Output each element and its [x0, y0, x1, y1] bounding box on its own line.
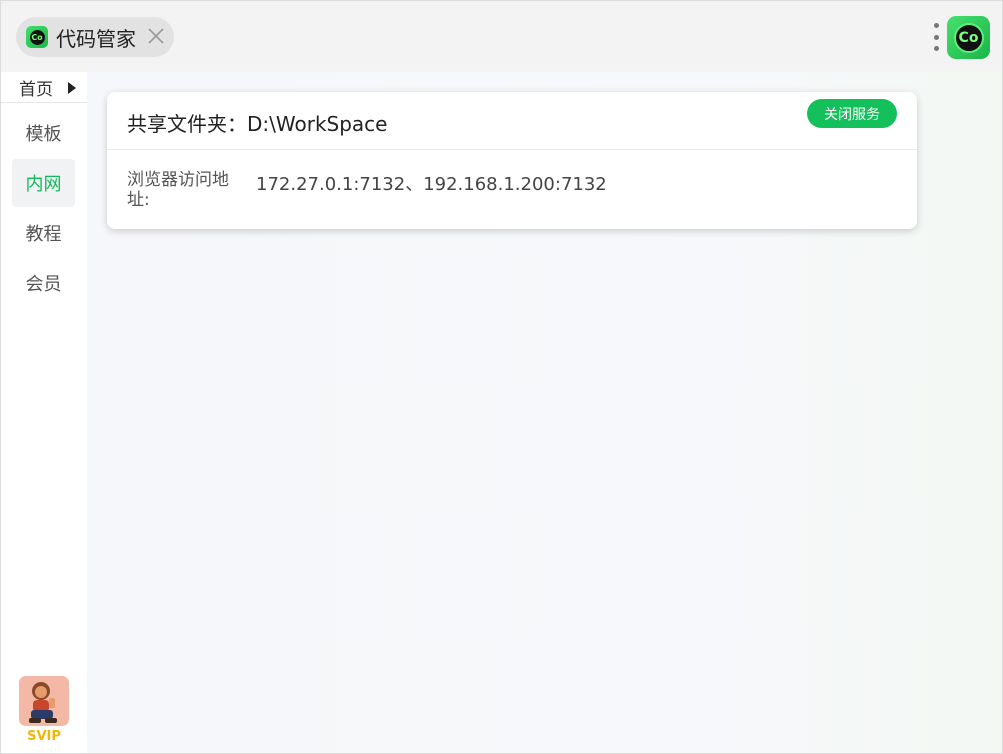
shared-folder-card: 共享文件夹：D:\WorkSpace 关闭服务 浏览器访问地址: 172.27.… [107, 92, 917, 229]
dot [933, 34, 939, 40]
caret-right-icon [68, 82, 76, 94]
app-window: Co 代码管家 Co 首页 模板 内网 教程 会员 SVIP 共享文件夹：D:\… [0, 0, 1003, 754]
svip-label: SVIP [27, 729, 61, 744]
sidebar-item-tutorials[interactable]: 教程 [12, 209, 75, 257]
avatar-figure-icon [19, 676, 69, 726]
main-content: 共享文件夹：D:\WorkSpace 关闭服务 浏览器访问地址: 172.27.… [87, 72, 1002, 753]
sidebar-item-templates[interactable]: 模板 [12, 109, 75, 157]
app-logo-icon[interactable]: Co [947, 16, 990, 59]
browser-address-value[interactable]: 172.27.0.1:7132、192.168.1.200:7132 [256, 170, 607, 196]
sidebar: 首页 模板 内网 教程 会员 SVIP [1, 72, 87, 753]
close-icon[interactable] [147, 27, 165, 45]
sidebar-home-label: 首页 [19, 79, 53, 100]
dot [933, 46, 939, 51]
sidebar-item-membership[interactable]: 会员 [12, 259, 75, 307]
sidebar-home[interactable]: 首页 [1, 72, 87, 103]
dot [933, 23, 939, 28]
sidebar-item-intranet[interactable]: 内网 [12, 159, 75, 207]
app-tab-icon: Co [26, 26, 48, 48]
close-service-button[interactable]: 关闭服务 [807, 99, 897, 128]
tab-title: 代码管家 [56, 26, 136, 51]
shared-folder-label: 共享文件夹：D:\WorkSpace [127, 112, 388, 136]
card-header: 共享文件夹：D:\WorkSpace 关闭服务 [107, 92, 917, 150]
tab-code-manager[interactable]: Co 代码管家 [16, 17, 174, 57]
svip-badge[interactable]: SVIP [19, 676, 69, 746]
avatar [19, 676, 69, 726]
app-tab-icon-text: Co [29, 29, 45, 45]
app-logo-text: Co [953, 22, 984, 53]
browser-address-label: 浏览器访问地址: [127, 170, 229, 210]
more-options-icon[interactable] [932, 23, 940, 51]
title-bar: Co 代码管家 Co [1, 1, 1002, 71]
